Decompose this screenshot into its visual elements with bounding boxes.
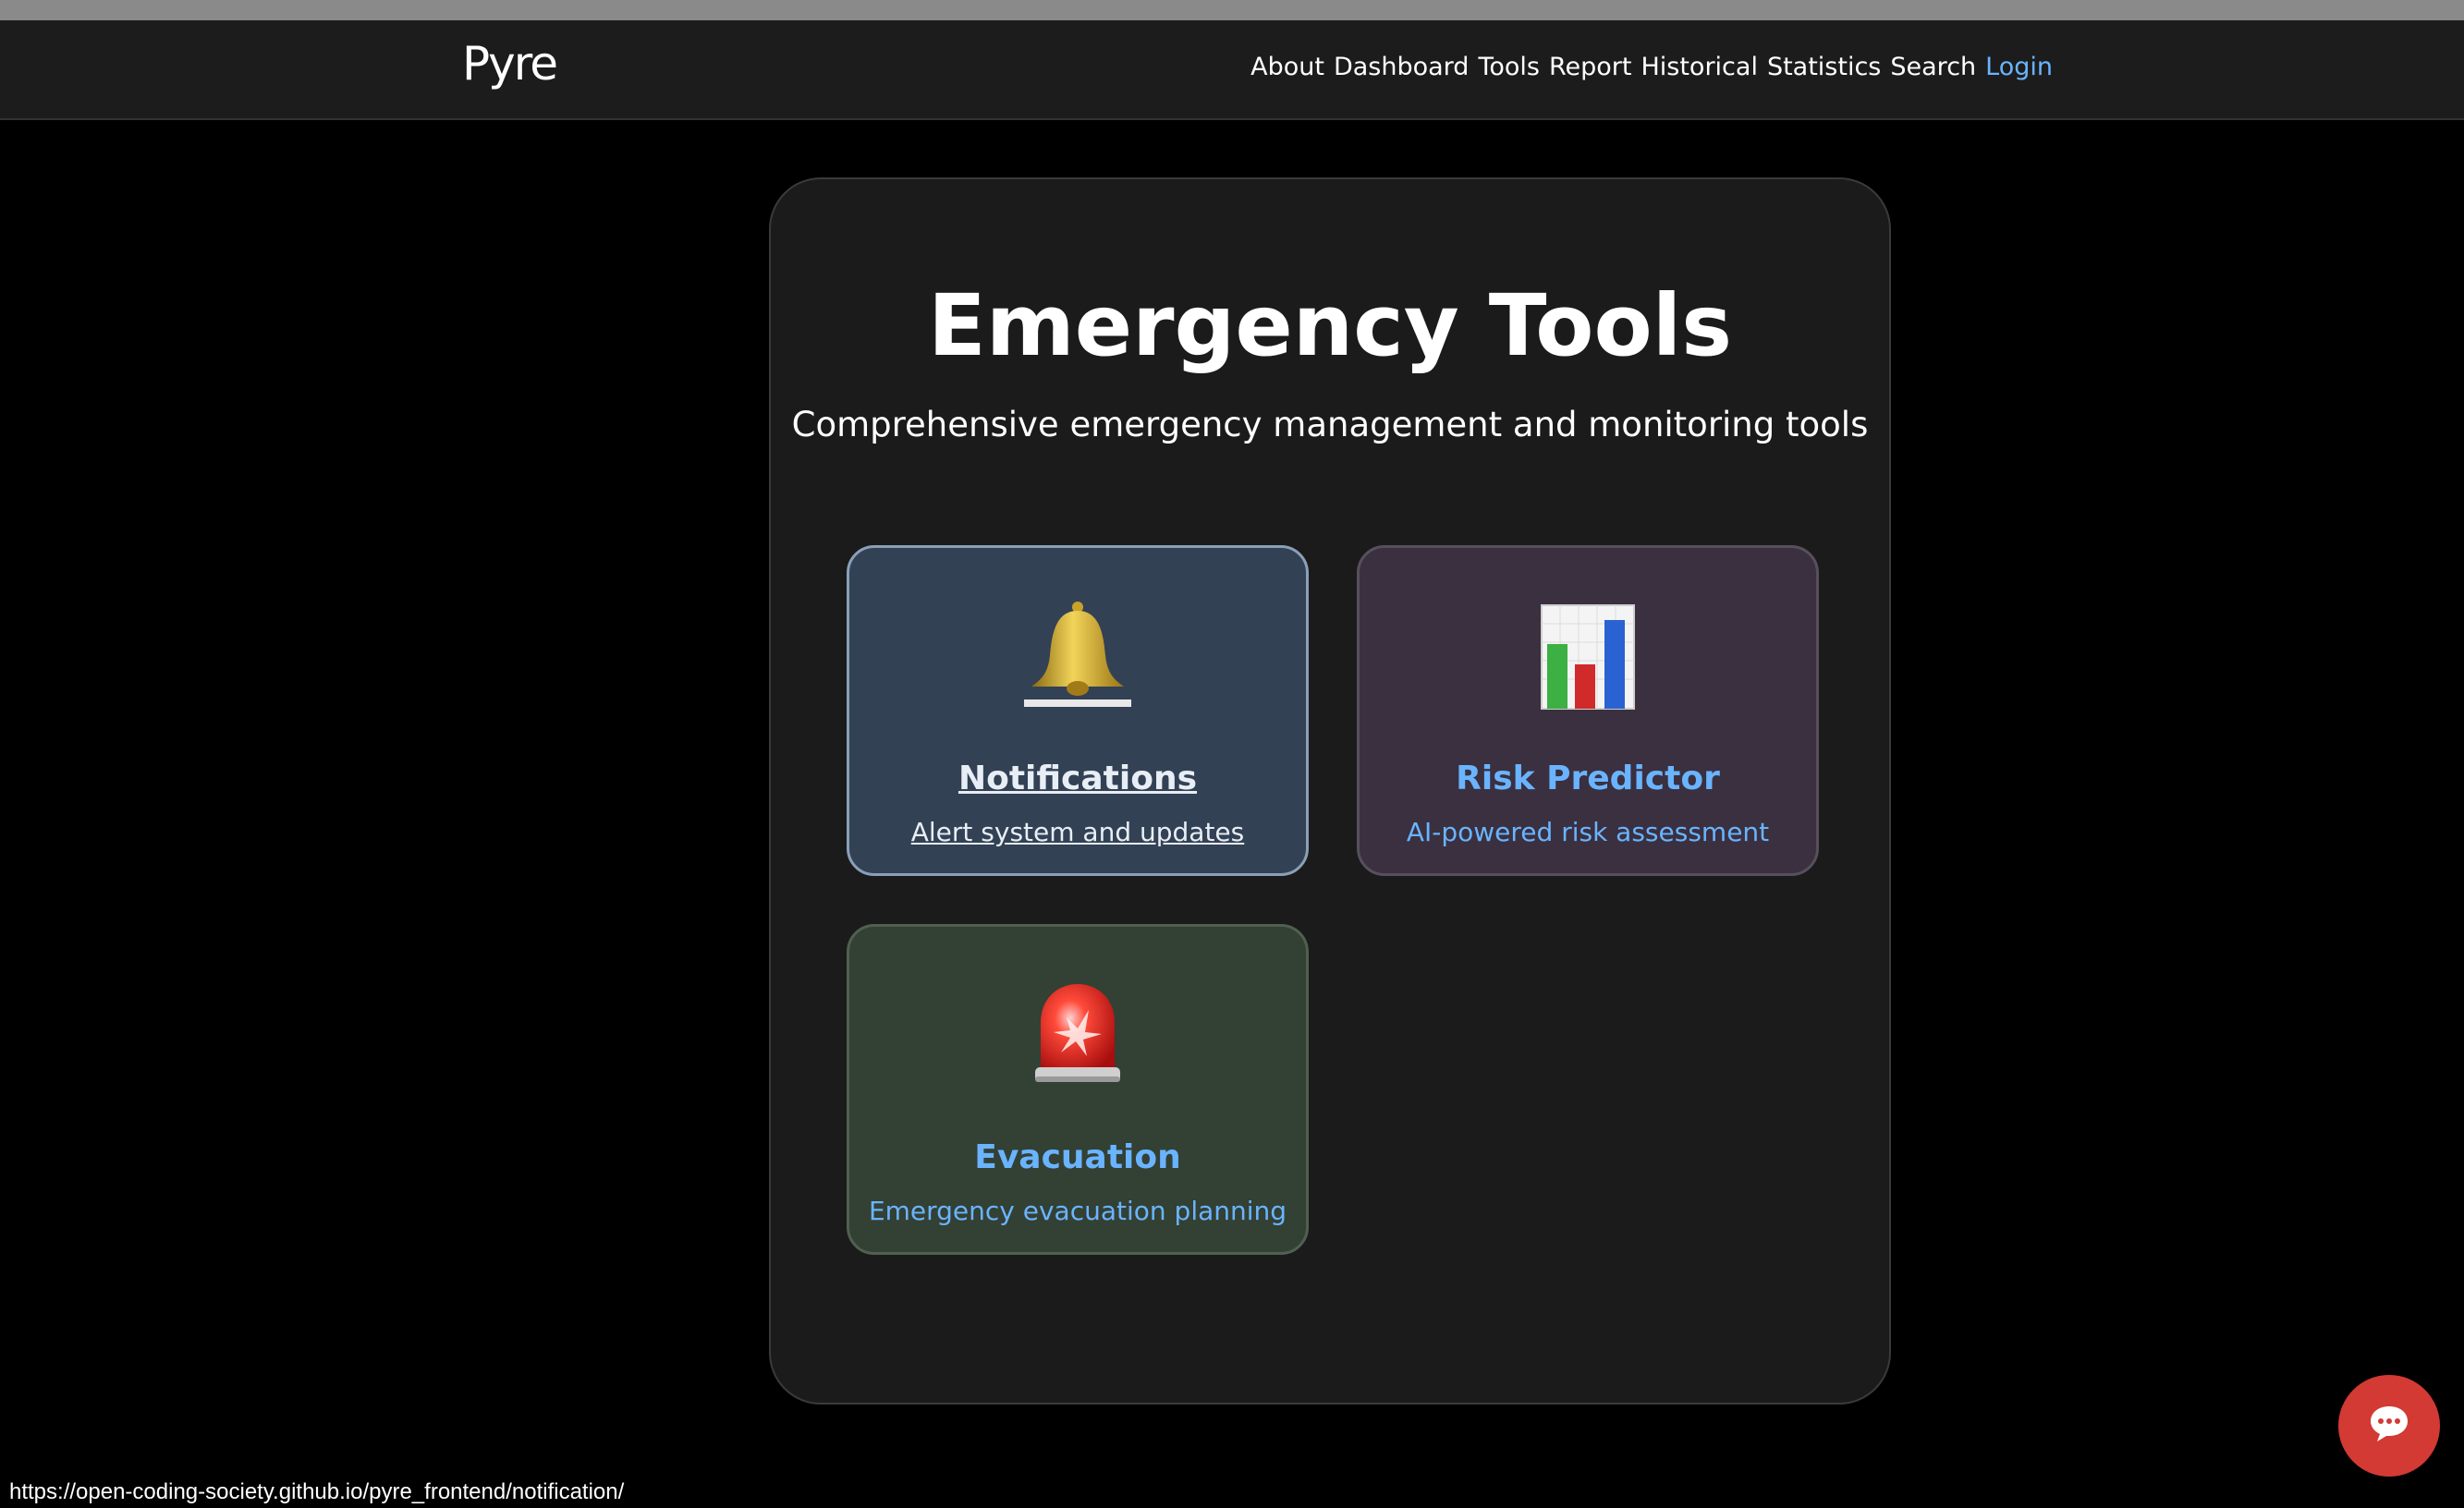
nav-link-tools[interactable]: Tools — [1478, 55, 1540, 79]
nav-link-dashboard[interactable]: Dashboard — [1334, 55, 1469, 79]
brand-logo[interactable]: Pyre — [462, 41, 558, 87]
risk-predictor-card-description: AI-powered risk assessment — [1406, 817, 1770, 847]
nav-links: About Dashboard Tools Report Historical … — [1250, 55, 2053, 79]
chat-button[interactable] — [2338, 1375, 2440, 1477]
nav-link-search[interactable]: Search — [1890, 55, 1976, 79]
notifications-card-description: Alert system and updates — [910, 817, 1245, 847]
chat-bubble-icon — [2368, 1405, 2410, 1447]
top-navbar: Pyre About Dashboard Tools Report Histor… — [0, 20, 2464, 120]
nav-link-report[interactable]: Report — [1549, 55, 1632, 79]
nav-link-login[interactable]: Login — [1985, 55, 2053, 79]
notifications-card-title: Notifications — [958, 760, 1198, 797]
nav-link-historical[interactable]: Historical — [1641, 55, 1757, 79]
page-subtitle: Comprehensive emergency management and m… — [791, 405, 1869, 444]
evacuation-card-description: Emergency evacuation planning — [868, 1196, 1287, 1226]
tools-panel: Emergency Tools Comprehensive emergency … — [769, 177, 1891, 1405]
risk-predictor-card[interactable]: Risk Predictor AI-powered risk assessmen… — [1357, 545, 1819, 876]
bar-chart-icon — [1360, 598, 1816, 712]
siren-icon — [849, 977, 1306, 1091]
notifications-card[interactable]: Notifications Alert system and updates — [847, 545, 1309, 876]
risk-predictor-card-title: Risk Predictor — [1456, 760, 1720, 797]
page-title: Emergency Tools — [927, 276, 1732, 375]
bell-icon — [849, 598, 1306, 712]
nav-link-about[interactable]: About — [1250, 55, 1324, 79]
nav-link-statistics[interactable]: Statistics — [1767, 55, 1881, 79]
evacuation-card-title: Evacuation — [974, 1138, 1181, 1176]
evacuation-card[interactable]: Evacuation Emergency evacuation planning — [847, 924, 1309, 1255]
status-bar-url: https://open-coding-society.github.io/py… — [9, 1479, 625, 1504]
browser-top-strip — [0, 0, 2464, 20]
